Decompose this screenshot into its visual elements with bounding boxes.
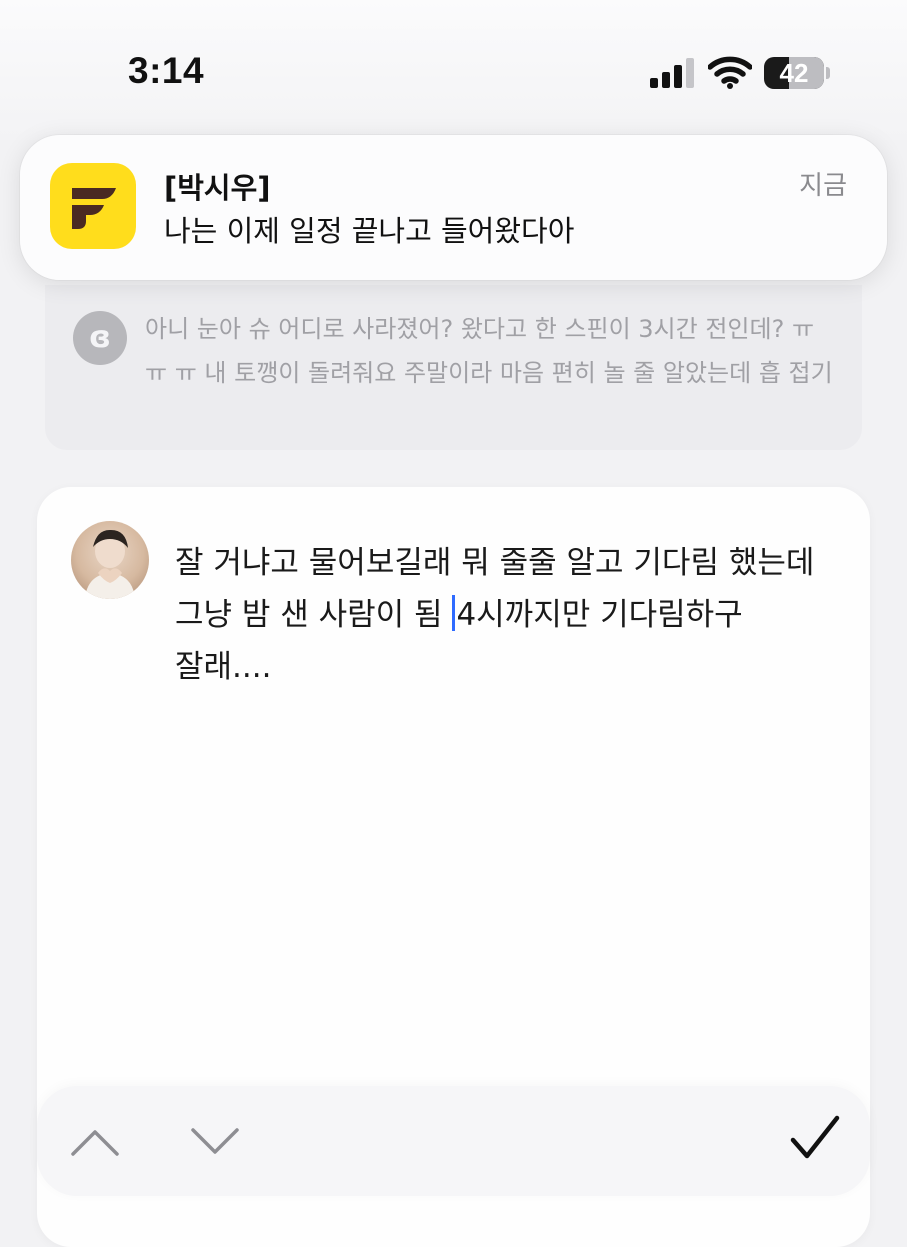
text-caret: [452, 595, 456, 631]
notification-time: 지금: [799, 171, 847, 201]
checkmark-icon[interactable]: [787, 1114, 843, 1164]
signal-icon: [650, 58, 694, 88]
battery-icon: 42: [764, 57, 824, 89]
notification-sender: [박시우]: [164, 171, 271, 205]
bottom-toolbar: [37, 1086, 870, 1196]
previous-message-text: 아니 눈아 슈 어디로 사라졌어? 왔다고 한 스핀이 3시간 전인데? ㅠ ㅠ…: [145, 315, 833, 387]
battery-tip: [826, 67, 830, 79]
user-avatar: [71, 521, 149, 599]
previous-message-avatar: ɞ: [73, 311, 127, 365]
status-bar: 3:14 42: [0, 0, 907, 140]
app-logo-icon: [50, 163, 136, 249]
compose-text-area[interactable]: 잘 거냐고 물어보길래 뭐 줄줄 알고 기다림 했는데 그냥 밤 샌 사람이 됨…: [175, 537, 840, 693]
wifi-icon: [708, 56, 752, 89]
notification-message: 나는 이제 일정 끝나고 들어왔다아: [164, 214, 575, 248]
previous-message-card[interactable]: ɞ 아니 눈아 슈 어디로 사라졌어? 왔다고 한 스핀이 3시간 전인데? ㅠ…: [45, 285, 862, 450]
battery-percent: 42: [779, 58, 809, 88]
notification-banner[interactable]: [박시우] 나는 이제 일정 끝나고 들어왔다아 지금: [20, 135, 887, 280]
chevron-up-icon[interactable]: [67, 1116, 123, 1166]
status-time: 3:14: [128, 50, 205, 91]
chevron-down-icon[interactable]: [187, 1116, 243, 1166]
